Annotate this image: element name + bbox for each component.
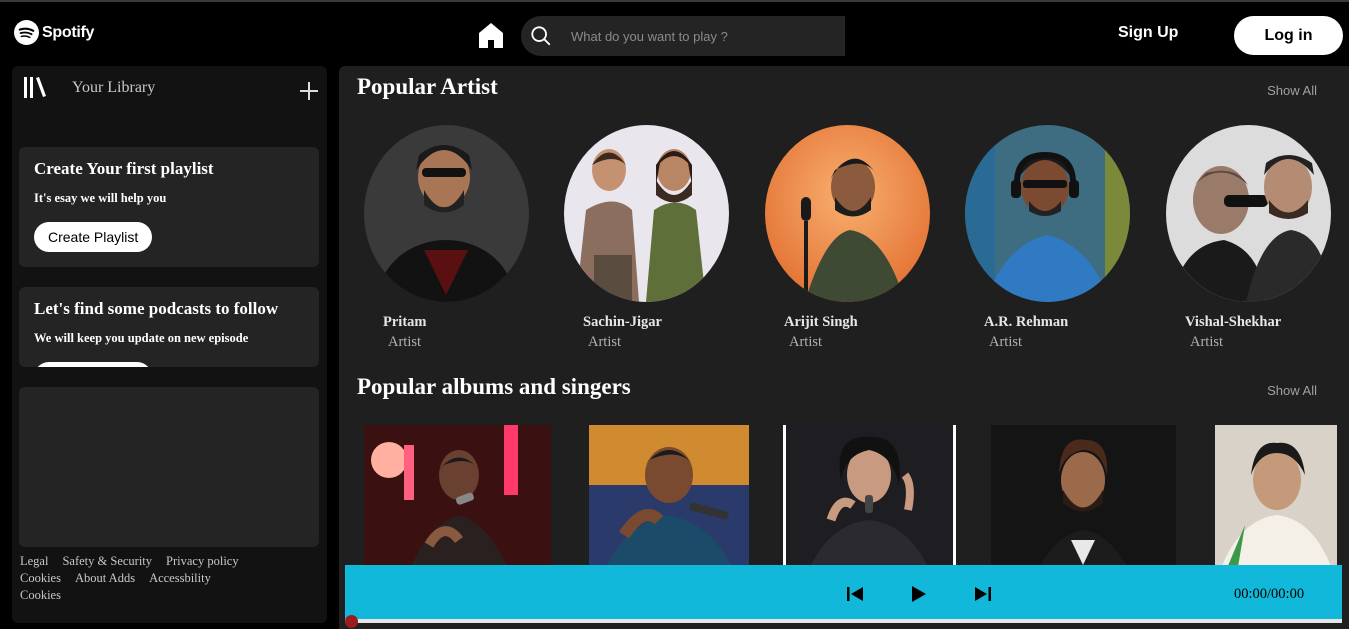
next-icon[interactable] (973, 584, 993, 604)
library-title: Your Library (72, 79, 156, 96)
browse-podcasts-button[interactable] (34, 362, 152, 367)
artist-role: Artist (388, 334, 422, 350)
progress-bar[interactable] (345, 619, 1342, 623)
section-title-popular-artist: Popular Artist (357, 74, 498, 99)
footer-link-cookies[interactable]: Cookies (20, 571, 61, 585)
card-text: We will keep you update on new episode (34, 331, 249, 345)
footer-links: Legal Safety & Security Privacy policy Coo… (20, 553, 320, 604)
album-card-2[interactable] (589, 425, 749, 585)
plus-icon[interactable] (298, 80, 320, 102)
album-cover (1215, 425, 1337, 585)
artist-photo (564, 125, 729, 302)
artist-card-sachin-jigar[interactable]: Sachin-Jigar Artist (564, 125, 739, 355)
previous-icon[interactable] (845, 584, 865, 604)
sidebar: Your Library Create Your first playlist … (12, 66, 327, 623)
brand-name: Spotify (42, 23, 95, 41)
search-icon (531, 26, 551, 46)
artist-card-arijit-singh[interactable]: Arijit Singh Artist (765, 125, 940, 355)
search-input[interactable] (571, 28, 831, 44)
footer-link-privacy[interactable]: Privacy policy (166, 554, 239, 568)
artist-name: Sachin-Jigar (583, 314, 662, 330)
album-card-4[interactable] (991, 425, 1176, 585)
show-all-albums-link[interactable]: Show All (1267, 383, 1317, 398)
album-cover (783, 425, 956, 585)
artist-role: Artist (1190, 334, 1224, 350)
spotify-logo-icon (14, 20, 39, 45)
sign-up-button[interactable]: Sign Up (1118, 24, 1178, 42)
search-bar[interactable] (521, 16, 845, 56)
artist-role: Artist (789, 334, 823, 350)
artist-card-vishal-shekhar[interactable]: Vishal-Shekhar Artist (1166, 125, 1341, 355)
playback-time: 00:00/00:00 (1234, 586, 1305, 602)
artist-name: Pritam (383, 314, 427, 330)
player-bar: 00:00/00:00 (345, 565, 1342, 622)
show-all-artists-link[interactable]: Show All (1267, 83, 1317, 98)
spotify-logo[interactable]: Spotify (14, 20, 94, 45)
artist-role: Artist (989, 334, 1023, 350)
album-cover (364, 425, 551, 585)
log-in-button[interactable]: Log in (1234, 16, 1343, 55)
create-playlist-card: Create Your first playlist It's esay we … (19, 147, 319, 267)
footer-link-about-ads[interactable]: About Adds (75, 571, 135, 585)
artist-card-ar-rehman[interactable]: A.R. Rehman Artist (965, 125, 1140, 355)
artist-name: Arijit Singh (784, 314, 858, 330)
main-content: Popular Artist Show All Pritam Artist Sa… (339, 66, 1349, 629)
album-cover (991, 425, 1176, 585)
artist-photo (1166, 125, 1331, 302)
empty-panel (19, 387, 319, 547)
top-bar: Spotify Sign Up Log in (0, 0, 1349, 64)
artist-photo (765, 125, 930, 302)
create-playlist-button[interactable]: Create Playlist (34, 222, 153, 252)
artist-photo (965, 125, 1130, 302)
artist-photo (364, 125, 529, 302)
album-cover (589, 425, 749, 585)
footer-link-safety[interactable]: Safety & Security (62, 554, 152, 568)
album-card-5[interactable] (1215, 425, 1337, 585)
album-card-1[interactable] (364, 425, 551, 585)
footer-link-accessibility[interactable]: Accessbility (149, 571, 211, 585)
section-title-popular-albums: Popular albums and singers (357, 374, 631, 399)
progress-handle[interactable] (345, 615, 358, 628)
podcast-card: Let's find some podcasts to follow We wi… (19, 287, 319, 367)
card-title: Create Your first playlist (34, 159, 214, 178)
artist-name: A.R. Rehman (984, 314, 1069, 330)
artist-name: Vishal-Shekhar (1185, 314, 1282, 330)
footer-link-legal[interactable]: Legal (20, 554, 48, 568)
home-icon[interactable] (476, 20, 506, 50)
card-text: It's esay we will help you (34, 191, 167, 205)
play-icon[interactable] (908, 584, 928, 604)
library-icon[interactable] (23, 76, 47, 100)
card-title: Let's find some podcasts to follow (34, 299, 279, 318)
artist-card-pritam[interactable]: Pritam Artist (364, 125, 539, 355)
artist-role: Artist (588, 334, 622, 350)
album-card-3[interactable] (783, 425, 956, 585)
footer-link-cookies-2[interactable]: Cookies (20, 588, 61, 602)
